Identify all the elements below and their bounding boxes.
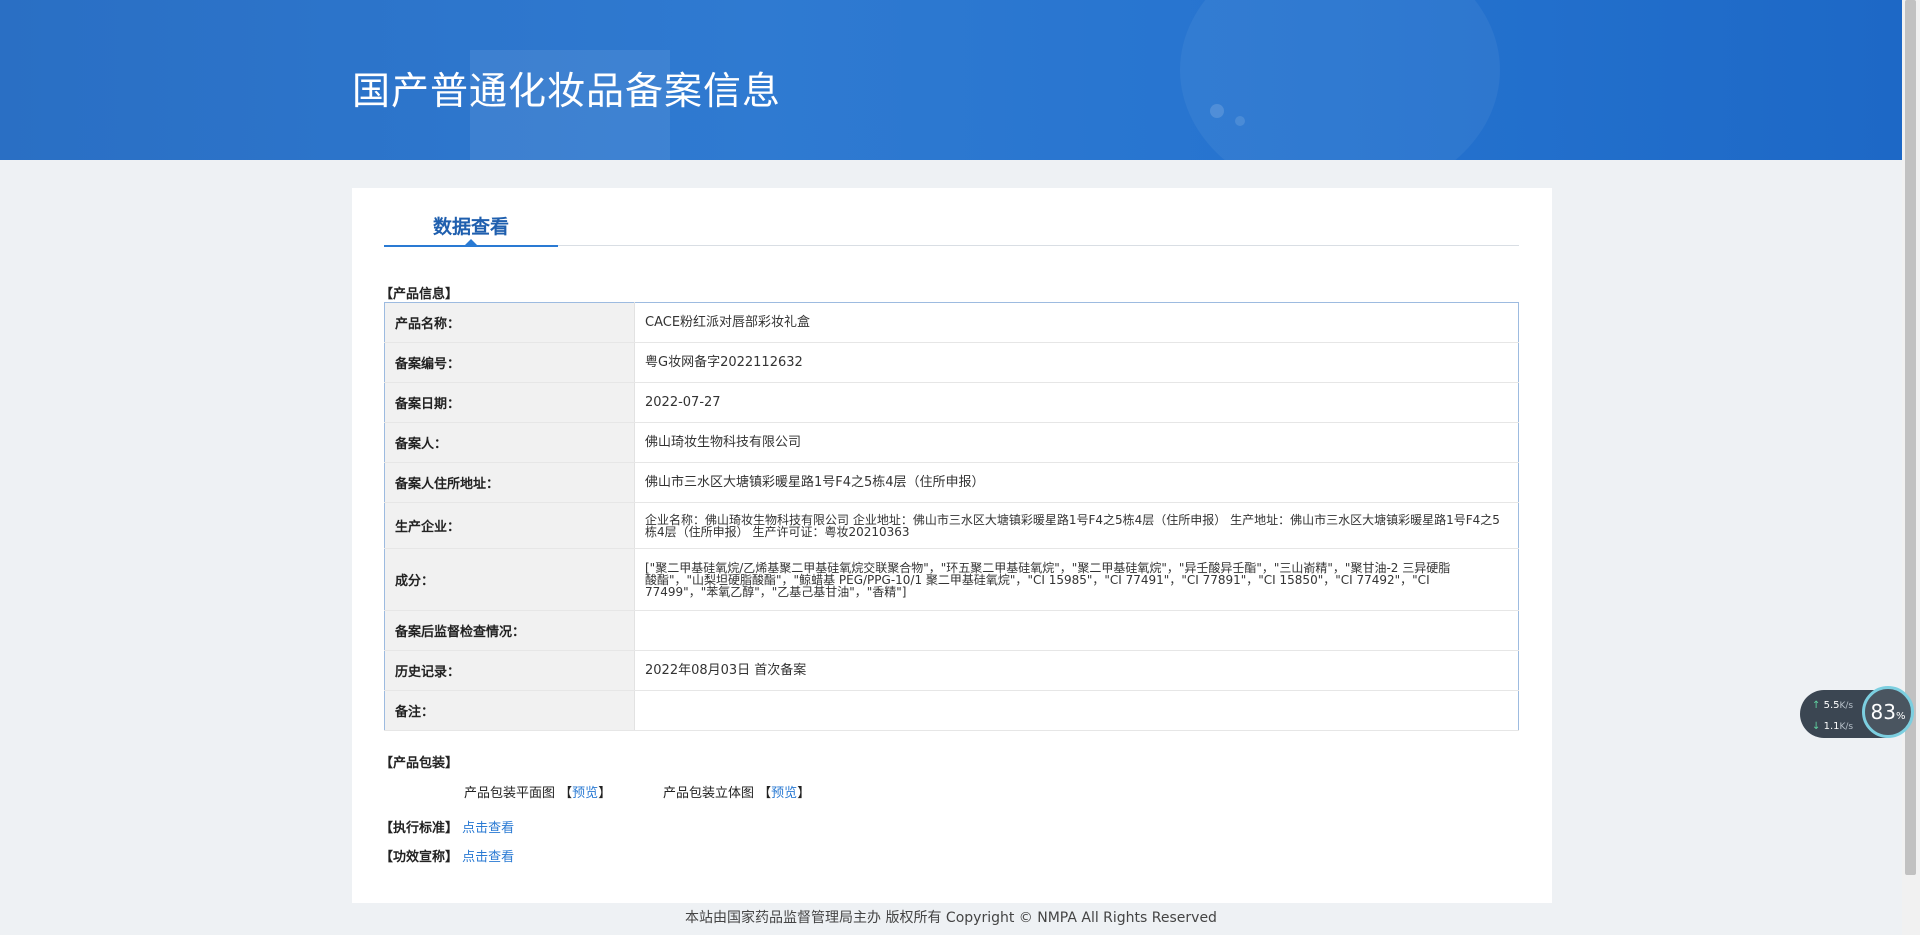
standard-view-link[interactable]: 点击查看 bbox=[462, 821, 514, 836]
page-title: 国产普通化妆品备案信息 bbox=[352, 69, 782, 113]
tab-data-view[interactable]: 数据查看 bbox=[384, 212, 558, 247]
table-row: 生产企业： 企业名称：佛山琦妆生物科技有限公司 企业地址：佛山市三水区大塘镇彩暖… bbox=[384, 502, 1519, 549]
bracket-open: 【 bbox=[559, 786, 573, 801]
table-row: 备案人： 佛山琦妆生物科技有限公司 bbox=[384, 422, 1519, 463]
packaging-flat-label: 产品包装平面图 bbox=[464, 786, 556, 801]
efficacy-view-link[interactable]: 点击查看 bbox=[462, 850, 514, 865]
solid-preview-link[interactable]: 预览 bbox=[771, 786, 797, 801]
upload-speed: 5.5K/s bbox=[1812, 700, 1854, 711]
row-label: 生产企业： bbox=[384, 502, 635, 549]
packaging-solid-label: 产品包装立体图 bbox=[663, 786, 755, 801]
flat-preview-link[interactable]: 预览 bbox=[572, 786, 598, 801]
memory-percent-sign: % bbox=[1895, 711, 1906, 722]
row-label: 备案人住所地址： bbox=[384, 462, 635, 503]
row-label: 备案日期： bbox=[384, 382, 635, 423]
bracket-close: 】 bbox=[797, 786, 811, 801]
bracket-open: 【 bbox=[758, 786, 772, 801]
row-value bbox=[634, 690, 1519, 731]
packaging-section-title: 【产品包装】 bbox=[380, 756, 459, 771]
packaging-solid-item: 产品包装立体图 【预览】 bbox=[663, 782, 810, 801]
vertical-scrollbar[interactable] bbox=[1902, 0, 1920, 935]
row-label: 备案编号： bbox=[384, 342, 635, 383]
row-value: 粤G妆网备字2022112632 bbox=[634, 342, 1519, 383]
tab-label: 数据查看 bbox=[432, 216, 509, 238]
efficacy-section-title: 【功效宣称】 bbox=[380, 850, 459, 865]
row-value: 佛山市三水区大塘镇彩暖星路1号F4之5栋4层（住所申报） bbox=[634, 462, 1519, 503]
table-row: 备注： bbox=[384, 690, 1519, 731]
memory-percent: 83 bbox=[1870, 700, 1896, 724]
content-card: 数据查看 【产品信息】 产品名称： CACE粉红派对唇部彩妆礼盒 备案编号： 粤… bbox=[352, 188, 1552, 903]
row-value: 企业名称：佛山琦妆生物科技有限公司 企业地址：佛山市三水区大塘镇彩暖星路1号F4… bbox=[634, 502, 1519, 549]
banner-decoration bbox=[1235, 116, 1245, 126]
row-value: 2022年08月03日 首次备案 bbox=[634, 650, 1519, 691]
table-row: 成分： ["聚二甲基硅氧烷/乙烯基聚二甲基硅氧烷交联聚合物"，"环五聚二甲基硅氧… bbox=[384, 548, 1519, 611]
tab-bar: 数据查看 bbox=[384, 212, 1519, 247]
footer-copyright: 本站由国家药品监督管理局主办 版权所有 Copyright © NMPA All… bbox=[685, 910, 1217, 926]
row-value: 2022-07-27 bbox=[634, 382, 1519, 423]
packaging-flat-item: 产品包装平面图 【预览】 bbox=[464, 782, 611, 801]
table-row: 备案后监督检查情况： bbox=[384, 610, 1519, 651]
row-label: 备案人： bbox=[384, 422, 635, 463]
table-row: 历史记录： 2022年08月03日 首次备案 bbox=[384, 650, 1519, 691]
row-label: 备注： bbox=[384, 690, 635, 731]
upload-value: 5.5 bbox=[1823, 700, 1840, 711]
standard-row: 【执行标准】 点击查看 bbox=[380, 817, 514, 836]
standard-section-title: 【执行标准】 bbox=[380, 821, 459, 836]
banner-decoration bbox=[1180, 0, 1500, 160]
memory-usage-ring[interactable]: 83% bbox=[1862, 686, 1914, 738]
upload-unit: K/s bbox=[1839, 701, 1854, 711]
tab-indicator-arrow bbox=[464, 239, 478, 246]
row-value: CACE粉红派对唇部彩妆礼盒 bbox=[634, 302, 1519, 343]
banner-decoration bbox=[1210, 104, 1224, 118]
table-row: 备案编号： 粤G妆网备字2022112632 bbox=[384, 342, 1519, 383]
row-label: 历史记录： bbox=[384, 650, 635, 691]
row-label: 成分： bbox=[384, 548, 635, 611]
table-row: 产品名称： CACE粉红派对唇部彩妆礼盒 bbox=[384, 302, 1519, 343]
row-value: ["聚二甲基硅氧烷/乙烯基聚二甲基硅氧烷交联聚合物"，"环五聚二甲基硅氧烷"，"… bbox=[634, 548, 1519, 611]
table-row: 备案人住所地址： 佛山市三水区大塘镇彩暖星路1号F4之5栋4层（住所申报） bbox=[384, 462, 1519, 503]
bracket-close: 】 bbox=[598, 786, 612, 801]
header-banner: 国产普通化妆品备案信息 bbox=[0, 0, 1902, 160]
download-unit: K/s bbox=[1839, 722, 1854, 732]
scrollbar-thumb[interactable] bbox=[1905, 0, 1916, 875]
product-info-table: 产品名称： CACE粉红派对唇部彩妆礼盒 备案编号： 粤G妆网备字2022112… bbox=[384, 302, 1519, 731]
network-speed-widget[interactable]: 5.5K/s 1.1K/s 83% bbox=[1800, 686, 1914, 738]
table-row: 备案日期： 2022-07-27 bbox=[384, 382, 1519, 423]
download-value: 1.1 bbox=[1823, 721, 1840, 732]
row-value bbox=[634, 610, 1519, 651]
product-info-section-title: 【产品信息】 bbox=[380, 287, 459, 302]
row-label: 备案后监督检查情况： bbox=[384, 610, 635, 651]
row-value: 佛山琦妆生物科技有限公司 bbox=[634, 422, 1519, 463]
download-speed: 1.1K/s bbox=[1812, 721, 1854, 732]
efficacy-row: 【功效宣称】 点击查看 bbox=[380, 846, 514, 865]
row-label: 产品名称： bbox=[384, 302, 635, 343]
